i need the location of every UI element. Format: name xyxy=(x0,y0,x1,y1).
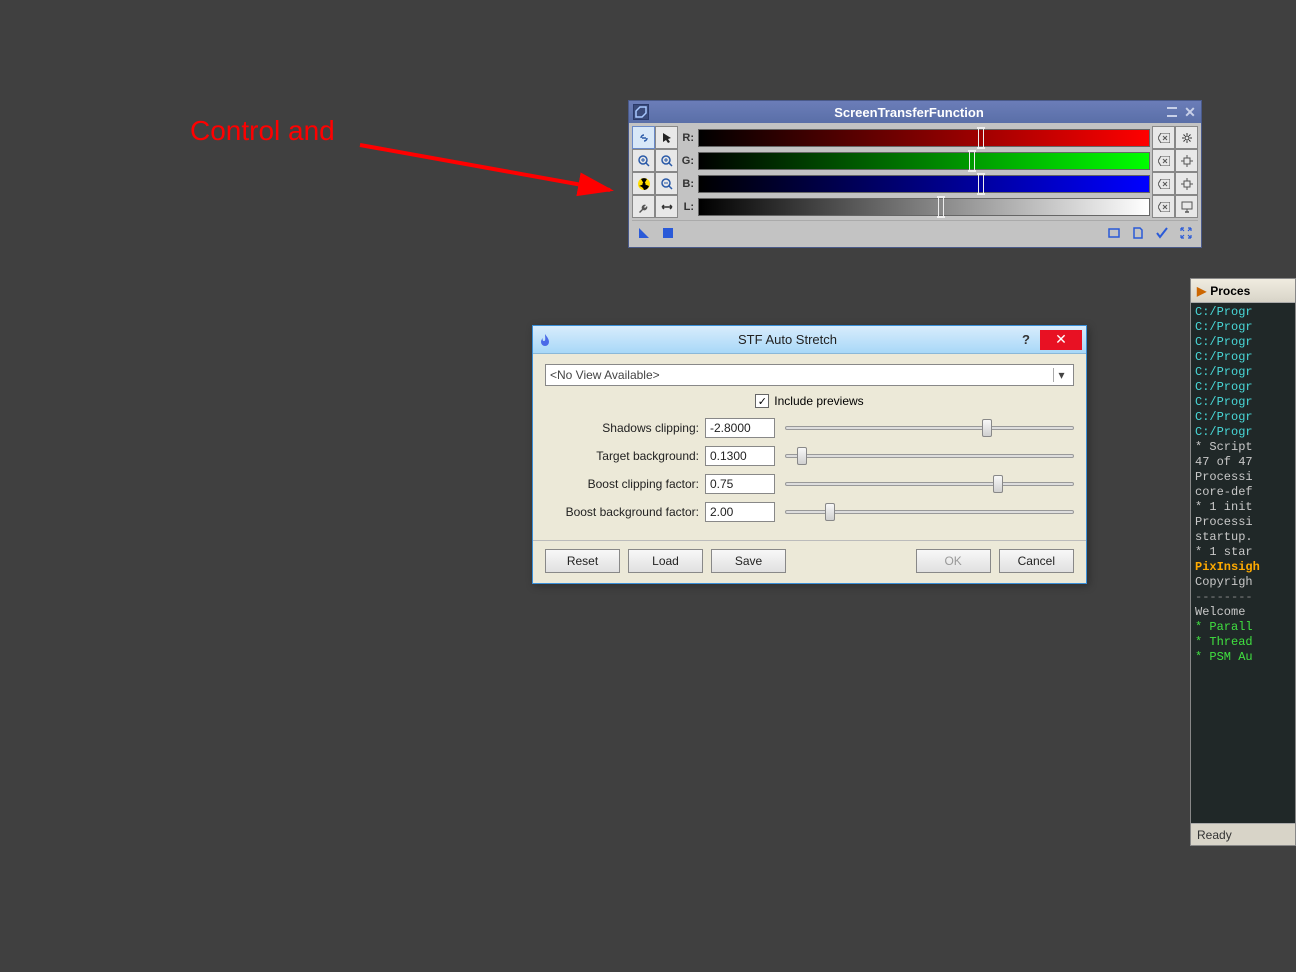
stf-left-toolbar xyxy=(632,126,678,218)
param-slider[interactable] xyxy=(785,502,1074,522)
param-row: Boost background factor: xyxy=(545,502,1074,522)
play-icon: ▶ xyxy=(1197,284,1206,298)
stf-channel-row: L: xyxy=(678,195,1152,218)
check-icon[interactable] xyxy=(1154,225,1170,241)
zoom-out-icon[interactable] xyxy=(655,172,678,195)
stf-app-icon xyxy=(633,104,649,120)
expand-icon[interactable] xyxy=(1178,225,1194,241)
slider-handle[interactable] xyxy=(978,128,984,148)
save-button[interactable]: Save xyxy=(711,549,786,573)
stf-channel-row: R: xyxy=(678,126,1152,149)
param-label: Target background: xyxy=(545,449,705,463)
slider-thumb[interactable] xyxy=(993,475,1003,493)
param-input[interactable] xyxy=(705,502,775,522)
reset-button[interactable]: Reset xyxy=(545,549,620,573)
channel-gradient[interactable] xyxy=(698,198,1150,216)
channel-label: R: xyxy=(678,132,696,144)
close-button[interactable]: ✕ xyxy=(1040,330,1082,350)
dialog-title: STF Auto Stretch xyxy=(559,332,1016,347)
view-selector-text: <No View Available> xyxy=(550,368,1053,382)
delete-icon[interactable] xyxy=(1152,195,1175,218)
delete-icon[interactable] xyxy=(1152,149,1175,172)
console-status: Ready xyxy=(1191,823,1295,845)
stf-window: ScreenTransferFunction ✕ xyxy=(628,100,1202,248)
console-header-label: Proces xyxy=(1210,284,1250,298)
param-label: Boost background factor: xyxy=(545,505,705,519)
param-row: Target background: xyxy=(545,446,1074,466)
annotation-text: Control and xyxy=(190,115,335,147)
slider-thumb[interactable] xyxy=(797,447,807,465)
stf-auto-stretch-dialog: STF Auto Stretch ? ✕ <No View Available>… xyxy=(532,325,1087,584)
flame-icon xyxy=(537,332,553,348)
monitor-icon[interactable] xyxy=(1175,195,1198,218)
include-previews-checkbox[interactable]: ✓ xyxy=(755,394,769,408)
process-console: ▶ Proces C:/ProgrC:/ProgrC:/ProgrC:/Prog… xyxy=(1190,278,1296,846)
channel-label: B: xyxy=(678,178,696,190)
arrow-icon xyxy=(355,135,635,215)
square-icon[interactable] xyxy=(660,225,676,241)
slider-handle[interactable] xyxy=(969,151,975,171)
view-selector[interactable]: <No View Available> ▾ xyxy=(545,364,1074,386)
param-input[interactable] xyxy=(705,474,775,494)
load-button[interactable]: Load xyxy=(628,549,703,573)
stf-title: ScreenTransferFunction xyxy=(653,105,1165,120)
delete-icon[interactable] xyxy=(1152,126,1175,149)
zoom-fit-icon[interactable] xyxy=(655,149,678,172)
target-icon[interactable] xyxy=(1175,149,1198,172)
stf-footer xyxy=(632,220,1198,244)
channel-gradient[interactable] xyxy=(698,129,1150,147)
delete-icon[interactable] xyxy=(1152,172,1175,195)
gear-icon[interactable] xyxy=(1175,126,1198,149)
dialog-titlebar[interactable]: STF Auto Stretch ? ✕ xyxy=(533,326,1086,354)
ok-button: OK xyxy=(916,549,991,573)
stf-right-toolbar xyxy=(1152,126,1198,218)
param-label: Shadows clipping: xyxy=(545,421,705,435)
zoom-in-icon[interactable] xyxy=(632,149,655,172)
param-input[interactable] xyxy=(705,446,775,466)
nuclear-icon[interactable] xyxy=(632,172,655,195)
param-slider[interactable] xyxy=(785,418,1074,438)
param-row: Shadows clipping: xyxy=(545,418,1074,438)
rect-icon[interactable] xyxy=(1106,225,1122,241)
param-slider[interactable] xyxy=(785,446,1074,466)
slider-handle[interactable] xyxy=(978,174,984,194)
channel-gradient[interactable] xyxy=(698,152,1150,170)
arrows-h-icon[interactable] xyxy=(655,195,678,218)
stf-channel-row: G: xyxy=(678,149,1152,172)
triangle-icon[interactable] xyxy=(636,225,652,241)
console-header[interactable]: ▶ Proces xyxy=(1191,279,1295,303)
pointer-icon[interactable] xyxy=(655,126,678,149)
channel-label: L: xyxy=(678,201,696,213)
stf-channel-row: B: xyxy=(678,172,1152,195)
document-icon[interactable] xyxy=(1130,225,1146,241)
link-icon[interactable] xyxy=(632,126,655,149)
slider-handle[interactable] xyxy=(938,197,944,217)
param-row: Boost clipping factor: xyxy=(545,474,1074,494)
slider-thumb[interactable] xyxy=(825,503,835,521)
channel-label: G: xyxy=(678,155,696,167)
wrench-icon[interactable] xyxy=(632,195,655,218)
close-icon[interactable]: ✕ xyxy=(1183,105,1197,119)
stf-channels: R: G: B: L: xyxy=(678,126,1152,218)
dropdown-arrow-icon[interactable]: ▾ xyxy=(1053,368,1069,382)
cancel-button[interactable]: Cancel xyxy=(999,549,1074,573)
slider-thumb[interactable] xyxy=(982,419,992,437)
param-slider[interactable] xyxy=(785,474,1074,494)
console-output[interactable]: C:/ProgrC:/ProgrC:/ProgrC:/ProgrC:/Progr… xyxy=(1191,303,1295,823)
target-icon[interactable] xyxy=(1175,172,1198,195)
param-input[interactable] xyxy=(705,418,775,438)
include-previews-label: Include previews xyxy=(774,394,863,408)
help-button[interactable]: ? xyxy=(1016,332,1036,347)
channel-gradient[interactable] xyxy=(698,175,1150,193)
param-label: Boost clipping factor: xyxy=(545,477,705,491)
stf-titlebar[interactable]: ScreenTransferFunction ✕ xyxy=(629,101,1201,123)
minimize-icon[interactable] xyxy=(1165,105,1179,119)
